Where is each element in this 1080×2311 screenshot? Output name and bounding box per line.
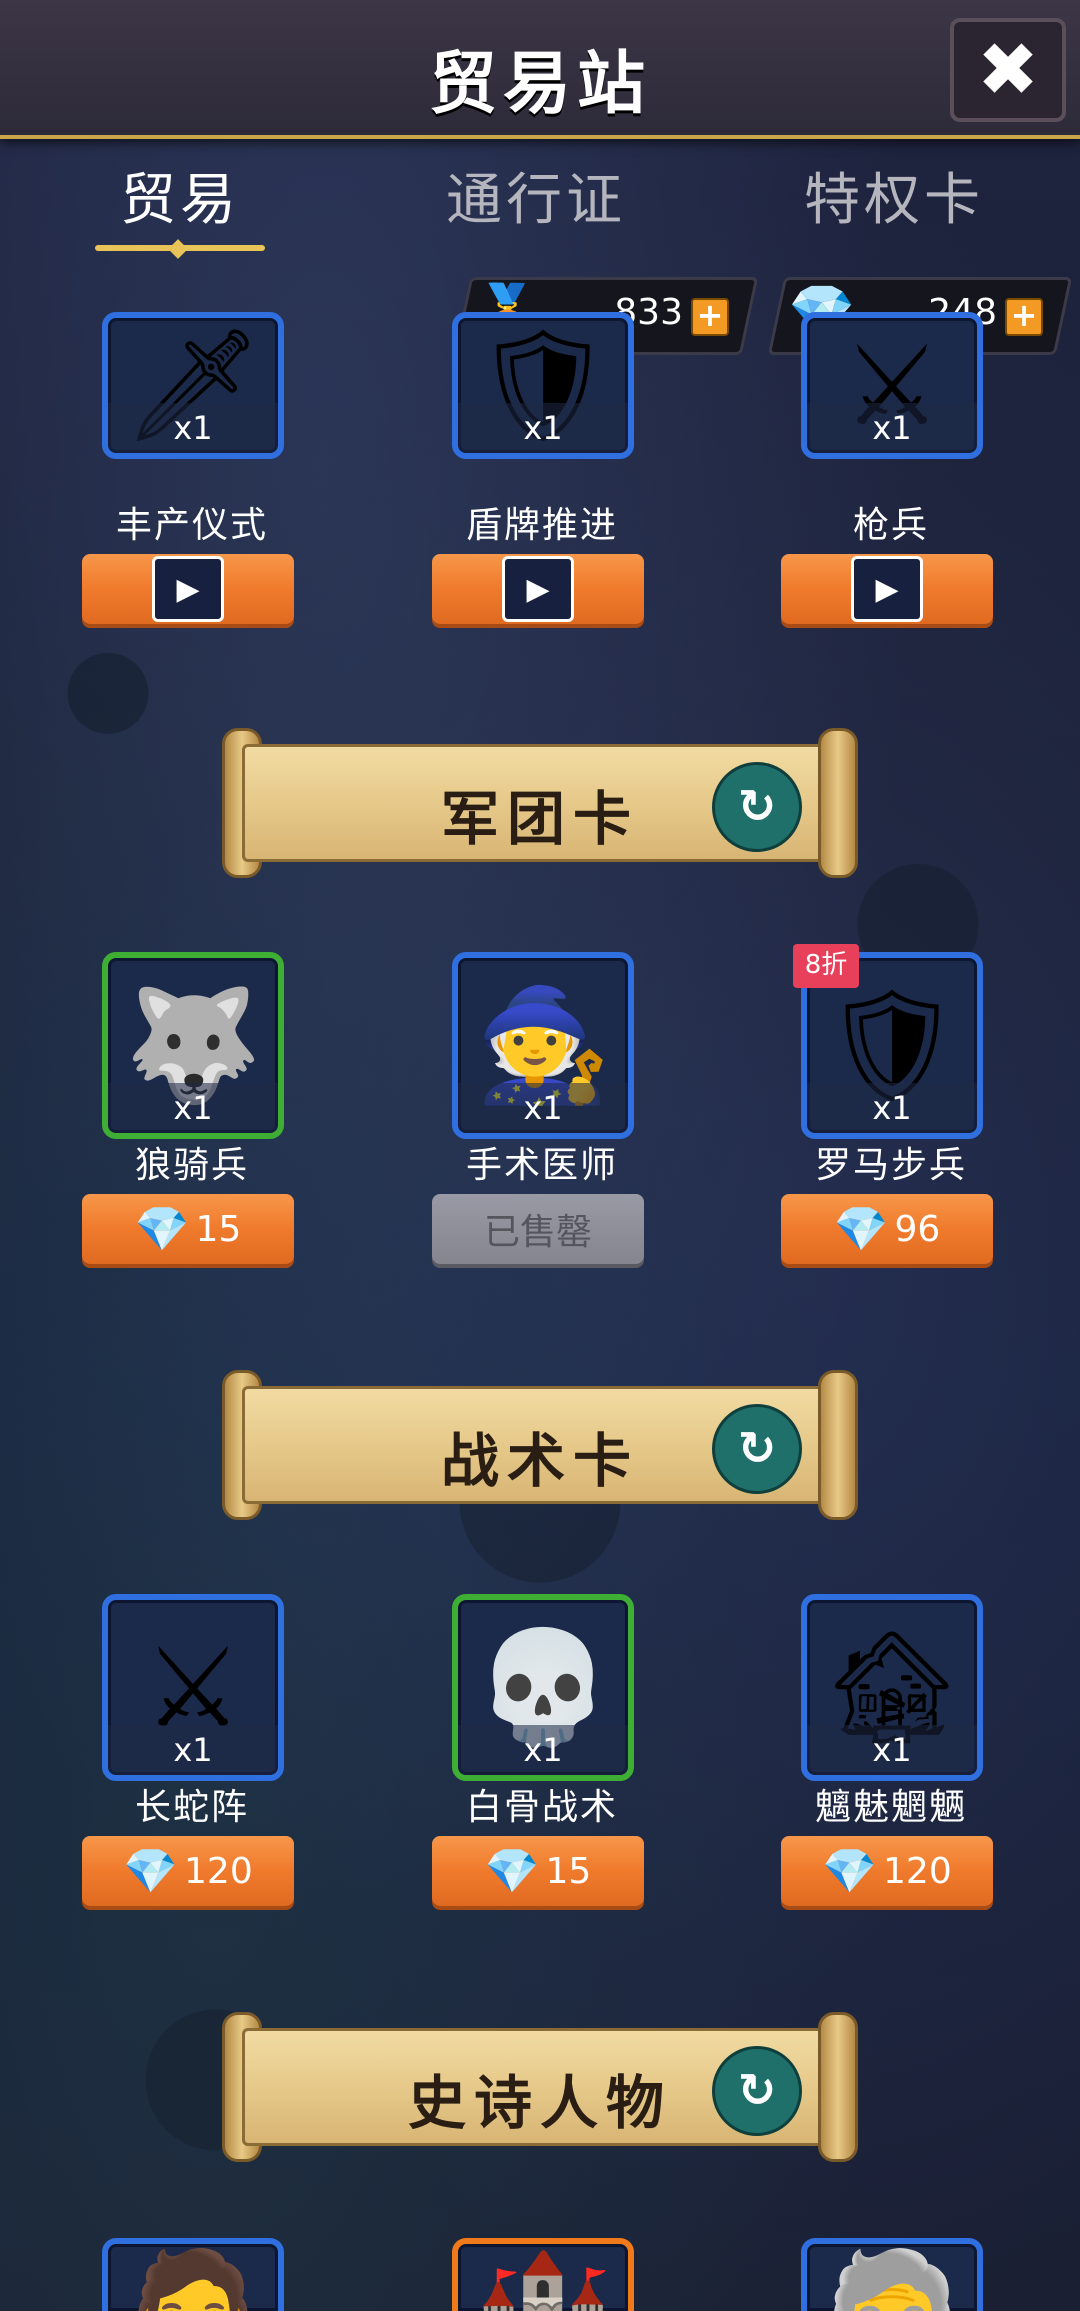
active-tab-indicator <box>95 245 265 251</box>
item-name: 白骨战术 <box>465 1787 618 1828</box>
price-label: 15 <box>195 1208 242 1250</box>
tab-bar: 贸易 通行证 特权卡 <box>0 155 1080 265</box>
item-card: 💀 x1 <box>452 1594 634 1781</box>
section-banner-legion-cards: 军团卡 ↻ <box>222 728 858 878</box>
item-card: 🧔 <box>102 2238 284 2311</box>
item-art: 🧔 <box>124 2244 262 2311</box>
refresh-button[interactable]: ↻ <box>712 1404 802 1494</box>
item-card: 🏰 <box>452 2238 634 2311</box>
refresh-button[interactable]: ↻ <box>712 762 802 852</box>
item-quantity: x1 <box>458 1725 628 1775</box>
item-quantity: x1 <box>108 1725 278 1775</box>
close-icon: ✖ <box>976 27 1039 113</box>
item-name: 枪兵 <box>852 505 929 546</box>
sold-out-button: 已售罄 <box>432 1194 644 1264</box>
item-art: 🏰 <box>474 2244 612 2311</box>
buy-button[interactable]: 💎 120 <box>781 1836 993 1906</box>
item-name: 魑魅魍魉 <box>814 1787 967 1828</box>
section-banner-tactic-cards: 战术卡 ↻ <box>222 1370 858 1520</box>
add-gem-button[interactable]: + <box>1005 296 1043 336</box>
item-quantity: x1 <box>807 1725 977 1775</box>
watch-video-button[interactable]: ▶ <box>432 554 644 624</box>
gem-icon: 💎 <box>123 1846 179 1897</box>
refresh-icon: ↻ <box>737 2063 777 2117</box>
buy-button[interactable]: 💎 15 <box>432 1836 644 1906</box>
item-card: 🗡 x1 <box>102 312 284 459</box>
item-card: ⚔ x1 <box>102 1594 284 1781</box>
video-icon: ▶ <box>851 556 923 622</box>
price-label: 15 <box>545 1850 592 1892</box>
watch-video-button[interactable]: ▶ <box>781 554 993 624</box>
close-button[interactable]: ✖ <box>950 18 1066 122</box>
page-title: 贸易站 <box>428 45 651 124</box>
item-quantity: x1 <box>458 1083 628 1133</box>
item-name: 狼骑兵 <box>134 1145 249 1186</box>
section-banner-epic-characters: 史诗人物 ↻ <box>222 2012 858 2162</box>
video-icon: ▶ <box>152 556 224 622</box>
buy-button[interactable]: 💎 15 <box>82 1194 294 1264</box>
buy-button[interactable]: 💎 120 <box>82 1836 294 1906</box>
discount-badge: 8折 <box>793 944 859 988</box>
add-medal-button[interactable]: + <box>691 296 729 336</box>
gem-icon: 💎 <box>484 1846 540 1897</box>
item-name: 手术医师 <box>465 1145 618 1186</box>
sold-out-label: 已售罄 <box>483 1212 592 1253</box>
item-quantity: x1 <box>807 403 977 453</box>
buy-button[interactable]: 💎 96 <box>781 1194 993 1264</box>
gem-icon: 💎 <box>833 1204 889 1255</box>
item-art: 🧓 <box>823 2244 961 2311</box>
item-name: 罗马步兵 <box>814 1145 967 1186</box>
item-card: 🧓 <box>801 2238 983 2311</box>
price-label: 120 <box>883 1850 952 1892</box>
refresh-icon: ↻ <box>737 1421 777 1475</box>
refresh-button[interactable]: ↻ <box>712 2046 802 2136</box>
item-name: 盾牌推进 <box>465 505 618 546</box>
item-card: 🛡 x1 <box>452 312 634 459</box>
gem-icon: 💎 <box>822 1846 878 1897</box>
tab-privilege-card[interactable]: 特权卡 <box>774 155 1014 236</box>
item-card: 🧙 x1 <box>452 952 634 1139</box>
price-label: 96 <box>894 1208 941 1250</box>
item-quantity: x1 <box>108 1083 278 1133</box>
item-quantity: x1 <box>108 403 278 453</box>
watch-video-button[interactable]: ▶ <box>82 554 294 624</box>
item-card: 🐺 x1 <box>102 952 284 1139</box>
price-label: 120 <box>184 1850 253 1892</box>
tab-trade[interactable]: 贸易 <box>60 155 300 236</box>
item-quantity: x1 <box>807 1083 977 1133</box>
item-card: 🏚 x1 <box>801 1594 983 1781</box>
tab-pass[interactable]: 通行证 <box>416 155 656 236</box>
item-name: 长蛇阵 <box>134 1787 249 1828</box>
refresh-icon: ↻ <box>737 779 777 833</box>
video-icon: ▶ <box>502 556 574 622</box>
gem-icon: 💎 <box>134 1204 190 1255</box>
item-card: ⚔ x1 <box>801 312 983 459</box>
item-quantity: x1 <box>458 403 628 453</box>
header-bar: 贸易站 ✖ <box>0 0 1080 139</box>
item-name: 丰产仪式 <box>115 505 268 546</box>
